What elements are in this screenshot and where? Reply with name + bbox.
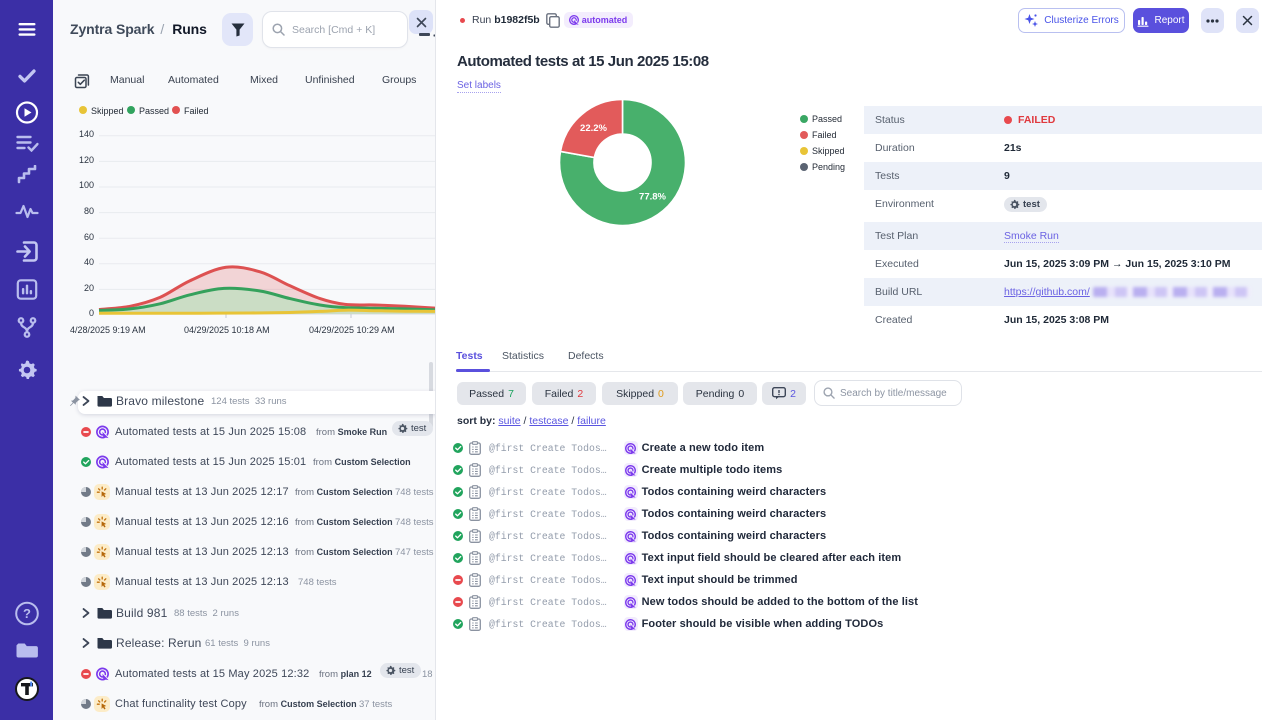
svg-text:?: ? [23, 606, 31, 621]
svg-text:22.2%: 22.2% [580, 123, 607, 134]
svg-text:77.8%: 77.8% [639, 192, 666, 203]
